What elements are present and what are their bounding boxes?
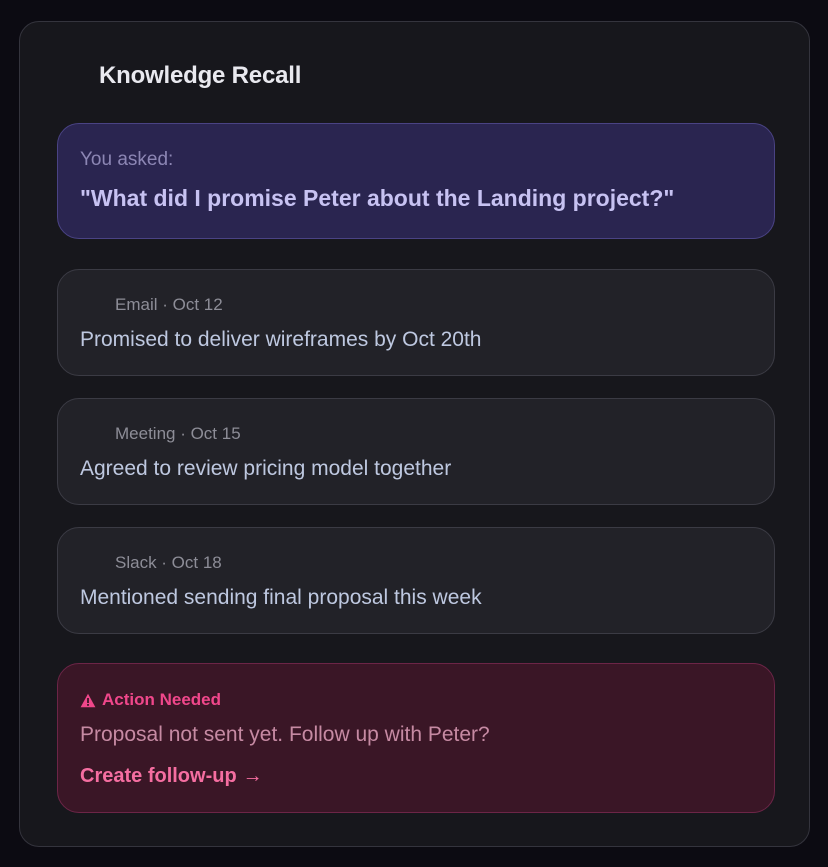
query-text: "What did I promise Peter about the Land… (80, 185, 675, 211)
warning-triangle-icon (80, 693, 96, 707)
action-message: Proposal not sent yet. Follow up with Pe… (80, 723, 490, 746)
memory-text: Agreed to review pricing model together (80, 457, 452, 480)
memory-meta: Email · Oct 12 (115, 295, 223, 314)
memory-text: Mentioned sending final proposal this we… (80, 586, 482, 609)
memory-meta: Slack · Oct 18 (115, 553, 222, 572)
memory-meta: Meeting · Oct 15 (115, 424, 241, 443)
create-follow-up-label: Create follow-up (80, 765, 237, 787)
knowledge-recall-panel: Knowledge Recall You asked: "What did I … (19, 21, 810, 847)
action-heading: Action Needed (80, 690, 221, 710)
create-follow-up-link[interactable]: Create follow-up → (80, 765, 263, 788)
memory-card-email[interactable]: Email · Oct 12 Promised to deliver wiref… (57, 269, 775, 376)
memory-text: Promised to deliver wireframes by Oct 20… (80, 328, 482, 351)
query-label: You asked: (80, 149, 174, 170)
panel-title: Knowledge Recall (99, 62, 302, 89)
query-card: You asked: "What did I promise Peter abo… (57, 123, 775, 239)
memory-card-meeting[interactable]: Meeting · Oct 15 Agreed to review pricin… (57, 398, 775, 505)
memory-card-slack[interactable]: Slack · Oct 18 Mentioned sending final p… (57, 527, 775, 634)
action-heading-label: Action Needed (102, 690, 222, 709)
action-needed-card: Action Needed Proposal not sent yet. Fol… (57, 663, 775, 813)
arrow-right-icon: → (242, 765, 263, 787)
